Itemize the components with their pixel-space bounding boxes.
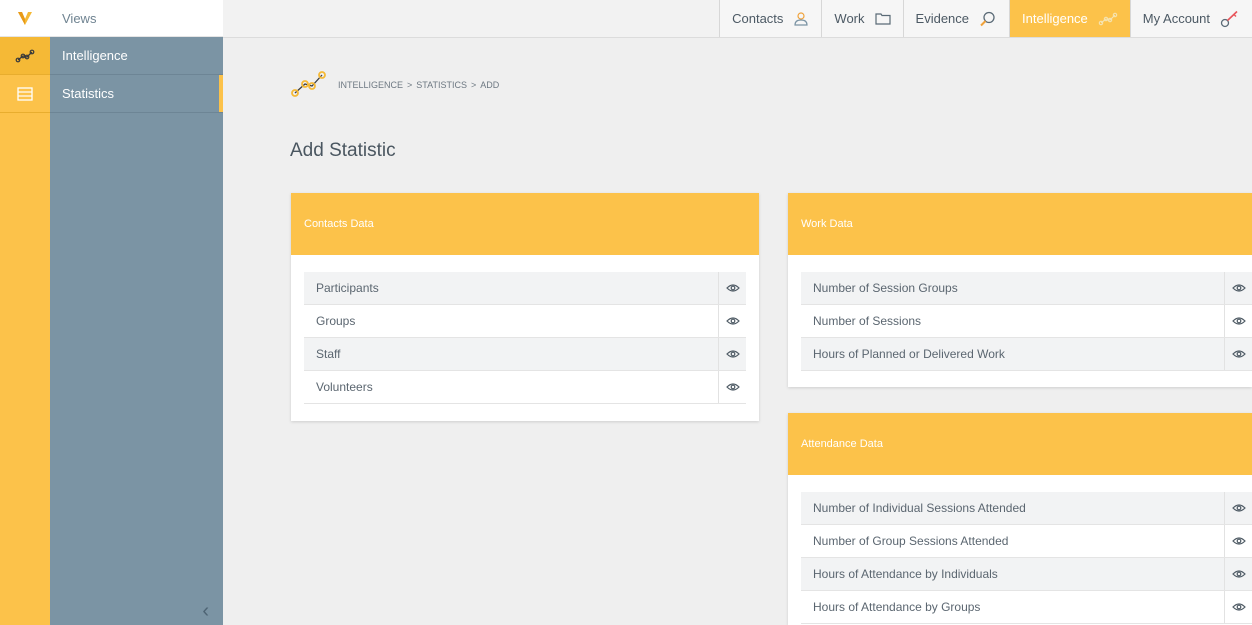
person-icon: [793, 11, 809, 26]
card-body: Number of Session Groups Number of Sessi…: [788, 255, 1252, 385]
row-label: Number of Individual Sessions Attended: [813, 501, 1026, 515]
tab-label: Contacts: [732, 11, 784, 26]
contacts-data-card: Contacts Data Participants Groups Staff …: [291, 193, 759, 421]
row-label: Participants: [316, 281, 379, 295]
tab-work[interactable]: Work: [821, 0, 903, 37]
rail-statistics[interactable]: [0, 75, 50, 113]
top-nav: Contacts Work Evidence Intelligence My A…: [223, 0, 1252, 38]
stat-row-hours-work[interactable]: Hours of Planned or Delivered Work: [801, 338, 1252, 371]
tab-label: Evidence: [915, 11, 970, 26]
list-icon: [17, 86, 33, 101]
intelligence-icon: [1098, 12, 1118, 26]
tab-evidence[interactable]: Evidence: [902, 0, 1010, 37]
sidebar-header: Views: [50, 0, 223, 37]
stat-row-groups[interactable]: Groups: [304, 305, 746, 338]
eye-icon[interactable]: [718, 272, 746, 304]
eye-icon[interactable]: [1224, 558, 1252, 590]
row-label: Number of Session Groups: [813, 281, 958, 295]
breadcrumb-statistics[interactable]: STATISTICS: [416, 80, 467, 90]
eye-icon[interactable]: [718, 305, 746, 337]
stat-row-sessions[interactable]: Number of Sessions: [801, 305, 1252, 338]
sidebar-item-statistics[interactable]: Statistics: [50, 75, 223, 113]
key-icon: [1220, 10, 1240, 28]
tab-label: Work: [834, 11, 865, 26]
row-label: Staff: [316, 347, 341, 361]
row-label: Hours of Planned or Delivered Work: [813, 347, 1005, 361]
eye-icon[interactable]: [718, 338, 746, 370]
stat-row-staff[interactable]: Staff: [304, 338, 746, 371]
row-label: Hours of Attendance by Individuals: [813, 567, 998, 581]
tab-contacts[interactable]: Contacts: [719, 0, 822, 37]
breadcrumb-separator: >: [407, 80, 413, 90]
eye-icon[interactable]: [1224, 305, 1252, 337]
eye-icon[interactable]: [1224, 525, 1252, 557]
stat-row-volunteers[interactable]: Volunteers: [304, 371, 746, 404]
row-label: Number of Sessions: [813, 314, 922, 328]
chevron-left-icon[interactable]: ‹: [202, 600, 209, 623]
folder-icon: [874, 12, 891, 25]
stat-row-hours-individuals[interactable]: Hours of Attendance by Individuals: [801, 558, 1252, 591]
breadcrumb: INTELLIGENCE > STATISTICS > ADD: [290, 69, 499, 101]
tab-label: Intelligence: [1022, 11, 1088, 26]
v-logo-icon: [18, 11, 32, 25]
app-rail: [0, 0, 50, 625]
row-label: Number of Group Sessions Attended: [813, 534, 1009, 548]
stat-row-individual-sessions[interactable]: Number of Individual Sessions Attended: [801, 492, 1252, 525]
card-title: Attendance Data: [788, 413, 1252, 475]
intelligence-icon: [290, 69, 328, 101]
attendance-data-card: Attendance Data Number of Individual Ses…: [788, 413, 1252, 625]
card-title: Contacts Data: [291, 193, 759, 255]
eye-icon[interactable]: [718, 371, 746, 403]
stat-row-group-sessions[interactable]: Number of Group Sessions Attended: [801, 525, 1252, 558]
eye-icon[interactable]: [1224, 338, 1252, 370]
tab-label: My Account: [1142, 11, 1210, 26]
main-content: INTELLIGENCE > STATISTICS > ADD Add Stat…: [223, 38, 1252, 625]
tab-intelligence[interactable]: Intelligence: [1009, 0, 1130, 37]
magnifier-icon: [979, 11, 997, 27]
sidebar: Views Intelligence Statistics ‹: [50, 0, 223, 625]
eye-icon[interactable]: [1224, 591, 1252, 623]
breadcrumb-separator: >: [470, 80, 477, 90]
stat-row-participants[interactable]: Participants: [304, 272, 746, 305]
rail-intelligence[interactable]: [0, 37, 50, 75]
card-body: Participants Groups Staff Volunteers: [291, 255, 759, 418]
tab-my-account[interactable]: My Account: [1129, 0, 1252, 37]
card-body: Number of Individual Sessions Attended N…: [788, 475, 1252, 625]
work-data-card: Work Data Number of Session Groups Numbe…: [788, 193, 1252, 387]
app-logo[interactable]: [0, 0, 50, 37]
intelligence-icon: [15, 49, 35, 62]
stat-row-hours-groups[interactable]: Hours of Attendance by Groups: [801, 591, 1252, 624]
breadcrumb-intelligence[interactable]: INTELLIGENCE: [338, 80, 403, 90]
breadcrumb-add: ADD: [480, 80, 500, 90]
row-label: Hours of Attendance by Groups: [813, 600, 981, 614]
row-label: Groups: [316, 314, 356, 328]
sidebar-item-intelligence[interactable]: Intelligence: [50, 37, 223, 75]
eye-icon[interactable]: [1224, 272, 1252, 304]
stat-row-session-groups[interactable]: Number of Session Groups: [801, 272, 1252, 305]
page-title: Add Statistic: [290, 140, 396, 161]
card-title: Work Data: [788, 193, 1252, 255]
eye-icon[interactable]: [1224, 492, 1252, 524]
row-label: Volunteers: [316, 380, 373, 394]
